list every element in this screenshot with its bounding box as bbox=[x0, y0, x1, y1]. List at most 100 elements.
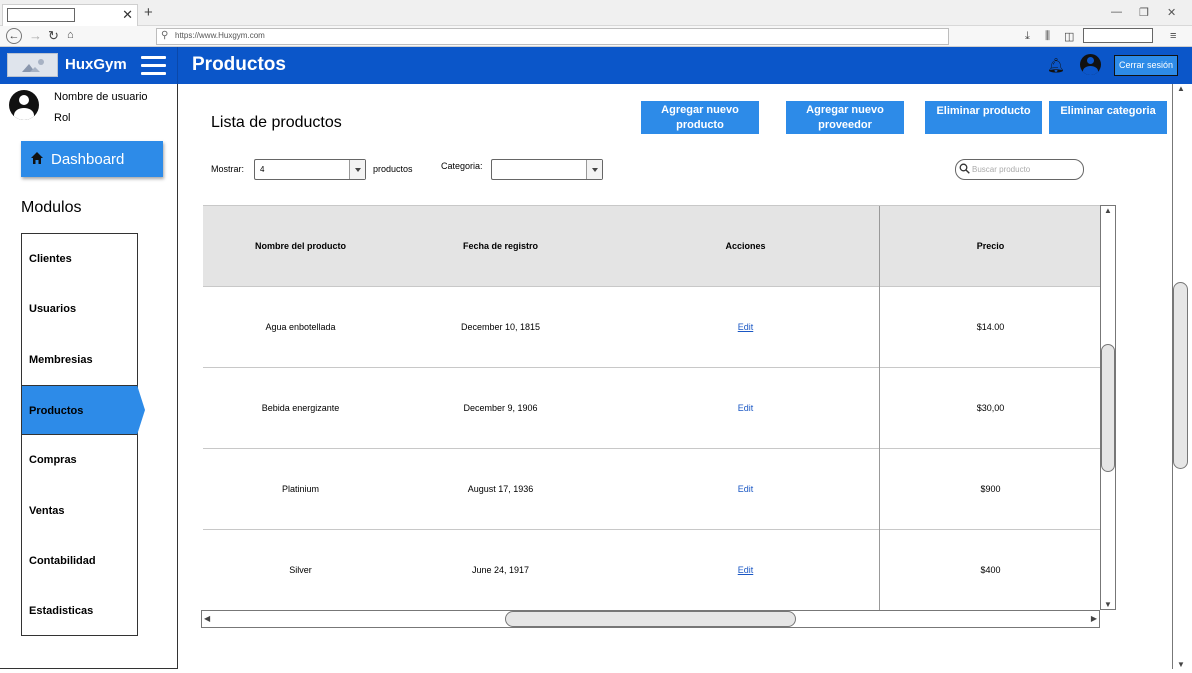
reload-icon[interactable]: ↻ bbox=[48, 28, 59, 44]
chevron-down-icon bbox=[349, 160, 365, 179]
table-row: Silver June 24, 1917 Edit $400 bbox=[203, 530, 1101, 610]
table-header: Nombre del producto Fecha de registro Ac… bbox=[203, 206, 1101, 287]
close-tab-icon[interactable]: ✕ bbox=[122, 7, 133, 23]
page-scroll-up-icon[interactable]: ▲ bbox=[1177, 84, 1185, 93]
column-divider bbox=[879, 206, 880, 610]
browser-address-bar: ← → ↻ ⌂ ⚲ https://www.Huxgym.com ⤓ ⫼ ◫ ≡ bbox=[0, 26, 1192, 47]
download-icon[interactable]: ⤓ bbox=[1025, 30, 1030, 43]
modules-list: Clientes Usuarios Membresias Productos C… bbox=[21, 233, 138, 636]
edit-link[interactable]: Edit bbox=[738, 565, 754, 575]
sidebar-item-usuarios[interactable]: Usuarios bbox=[22, 284, 137, 334]
column-header-price[interactable]: Precio bbox=[913, 241, 1068, 251]
column-header-date[interactable]: Fecha de registro bbox=[423, 241, 578, 251]
active-item-arrow bbox=[137, 385, 145, 435]
scroll-down-icon[interactable]: ▼ bbox=[1104, 600, 1112, 609]
category-label: Categoria: bbox=[441, 161, 483, 171]
home-icon bbox=[31, 152, 43, 164]
table-horizontal-scroll-thumb[interactable] bbox=[505, 611, 796, 627]
table-vertical-scrollbar[interactable]: ▲ ▼ bbox=[1100, 205, 1116, 610]
delete-category-button[interactable]: Eliminar categoria bbox=[1049, 101, 1167, 134]
products-table: Nombre del producto Fecha de registro Ac… bbox=[203, 205, 1101, 610]
cell-price: $14.00 bbox=[976, 322, 1005, 332]
menu-icon[interactable]: ≡ bbox=[1170, 30, 1176, 42]
page-vertical-scroll-thumb[interactable] bbox=[1173, 282, 1188, 469]
scroll-up-icon[interactable]: ▲ bbox=[1104, 206, 1112, 215]
url-input[interactable]: ⚲ https://www.Huxgym.com bbox=[156, 28, 949, 45]
column-header-actions: Acciones bbox=[725, 241, 766, 251]
forward-icon[interactable]: → bbox=[29, 28, 42, 43]
dashboard-button[interactable]: Dashboard bbox=[21, 141, 163, 177]
scroll-right-icon[interactable]: ▶ bbox=[1091, 614, 1097, 623]
sidebar-toggle-icon[interactable]: ◫ bbox=[1064, 30, 1074, 43]
table-row: Bebida energizante December 9, 1906 Edit… bbox=[203, 368, 1101, 449]
sidebar-item-productos[interactable]: Productos bbox=[22, 385, 137, 435]
browser-tab-bar: ✕ + — ❐ ✕ bbox=[0, 0, 1192, 26]
cell-product-name: Silver bbox=[289, 565, 312, 575]
cell-price: $30,00 bbox=[976, 403, 1005, 413]
toolbar-search-field[interactable] bbox=[1083, 28, 1153, 43]
scroll-left-icon[interactable]: ◀ bbox=[204, 614, 210, 623]
page-vertical-scrollbar[interactable]: ▲ ▼ bbox=[1172, 84, 1188, 669]
page-title: Productos bbox=[192, 54, 286, 75]
show-count-select[interactable]: 4 bbox=[254, 159, 366, 180]
sidebar-item-membresias[interactable]: Membresias bbox=[22, 335, 137, 385]
tab-title-field bbox=[7, 8, 75, 22]
home-nav-icon[interactable]: ⌂ bbox=[67, 29, 74, 41]
sidebar-item-contabilidad[interactable]: Contabilidad bbox=[22, 536, 137, 586]
add-product-button[interactable]: Agregar nuevo producto bbox=[641, 101, 759, 134]
user-avatar-icon bbox=[9, 90, 39, 120]
minimize-icon[interactable]: — bbox=[1111, 6, 1122, 18]
edit-link[interactable]: Edit bbox=[738, 484, 754, 494]
user-account-icon[interactable] bbox=[1080, 54, 1101, 75]
logo-image bbox=[7, 53, 58, 77]
url-search-icon: ⚲ bbox=[161, 30, 169, 41]
products-suffix-label: productos bbox=[373, 164, 413, 174]
add-supplier-button[interactable]: Agregar nuevo proveedor bbox=[786, 101, 904, 134]
show-label: Mostrar: bbox=[211, 164, 245, 174]
brand-area: HuxGym bbox=[0, 47, 178, 84]
list-title: Lista de productos bbox=[211, 114, 342, 131]
notification-bell-icon[interactable]: 🔔︎ bbox=[1047, 57, 1065, 74]
dashboard-label: Dashboard bbox=[51, 151, 125, 168]
cell-product-name: Platinium bbox=[281, 484, 319, 494]
category-select[interactable] bbox=[491, 159, 603, 180]
search-input[interactable]: Buscar producto bbox=[955, 159, 1084, 180]
edit-link[interactable]: Edit bbox=[738, 403, 754, 413]
table-row: Platinium August 17, 1936 Edit $900 bbox=[203, 449, 1101, 530]
column-header-name[interactable]: Nombre del producto bbox=[223, 241, 378, 251]
new-tab-icon[interactable]: + bbox=[144, 4, 153, 21]
cell-date: August 17, 1936 bbox=[467, 484, 534, 494]
sidebar-item-compras[interactable]: Compras bbox=[22, 435, 137, 485]
browser-tab[interactable]: ✕ bbox=[2, 4, 138, 26]
cell-date: June 24, 1917 bbox=[471, 565, 530, 575]
app-header: HuxGym Productos 🔔︎ Cerrar sesión bbox=[0, 47, 1192, 84]
hamburger-menu-icon[interactable] bbox=[141, 56, 166, 76]
table-horizontal-scrollbar[interactable]: ◀ ▶ bbox=[201, 610, 1100, 628]
search-icon bbox=[959, 163, 970, 174]
sidebar: Nombre de usuario Rol Dashboard Modulos … bbox=[0, 84, 178, 669]
close-window-icon[interactable]: ✕ bbox=[1167, 6, 1176, 19]
cell-price: $900 bbox=[980, 484, 1001, 494]
user-name: Nombre de usuario bbox=[54, 91, 148, 103]
cell-product-name: Agua enbotellada bbox=[265, 322, 336, 332]
cell-product-name: Bebida energizante bbox=[261, 403, 340, 413]
sidebar-item-estadisticas[interactable]: Estadisticas bbox=[22, 586, 137, 636]
back-icon[interactable]: ← bbox=[6, 28, 22, 44]
brand-name: HuxGym bbox=[65, 56, 127, 73]
url-text: https://www.Huxgym.com bbox=[175, 31, 265, 40]
user-role: Rol bbox=[54, 112, 71, 124]
table-vertical-scroll-thumb[interactable] bbox=[1101, 344, 1115, 472]
library-icon[interactable]: ⫼ bbox=[1045, 30, 1050, 43]
sidebar-item-ventas[interactable]: Ventas bbox=[22, 486, 137, 536]
chevron-down-icon bbox=[586, 160, 602, 179]
edit-link[interactable]: Edit bbox=[738, 322, 754, 332]
cell-date: December 10, 1815 bbox=[460, 322, 541, 332]
modules-heading: Modulos bbox=[21, 199, 82, 216]
restore-icon[interactable]: ❐ bbox=[1139, 6, 1149, 19]
table-row: Agua enbotellada December 10, 1815 Edit … bbox=[203, 287, 1101, 368]
page-scroll-down-icon[interactable]: ▼ bbox=[1177, 660, 1185, 669]
logout-button[interactable]: Cerrar sesión bbox=[1114, 55, 1178, 76]
sidebar-item-clientes[interactable]: Clientes bbox=[22, 234, 137, 284]
cell-date: December 9, 1906 bbox=[463, 403, 538, 413]
delete-product-button[interactable]: Eliminar producto bbox=[925, 101, 1042, 134]
